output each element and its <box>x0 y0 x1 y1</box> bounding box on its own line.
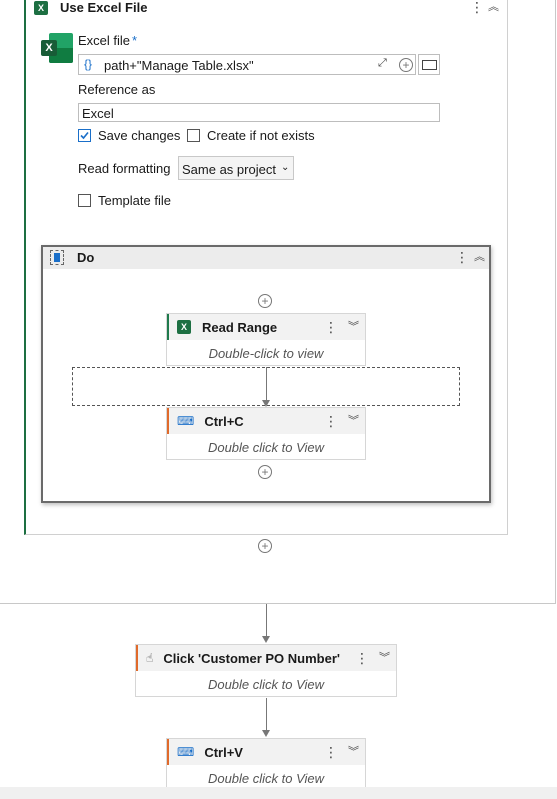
save-changes-label: Save changes <box>98 128 181 143</box>
ctrl-c-header: ⌨ Ctrl+C ⋮ ︾ <box>167 408 365 434</box>
read-range-header: X Read Range ⋮ ︾ <box>167 314 365 340</box>
create-if-not-exists-checkbox[interactable] <box>187 129 200 142</box>
do-collapse-icon[interactable]: ︽ <box>474 252 485 263</box>
read-formatting-value: Same as project <box>182 162 276 177</box>
reference-as-value: Excel <box>82 106 114 121</box>
connector-line <box>266 698 267 732</box>
ctrl-c-more-icon[interactable]: ⋮ <box>324 414 338 428</box>
click-activity-body: Double click to View <box>207 677 325 692</box>
do-more-options-icon[interactable]: ⋮ <box>455 250 469 264</box>
add-activity-icon[interactable]: + <box>258 539 272 553</box>
click-activity-header: ☝ Click 'Customer PO Number' ⋮ ︾ <box>136 645 396 671</box>
ctrl-v-activity[interactable]: ⌨ Ctrl+V ⋮ ︾ Double click to View <box>166 738 366 791</box>
read-formatting-label: Read formatting <box>78 161 171 176</box>
click-activity[interactable]: ☝ Click 'Customer PO Number' ⋮ ︾ Double … <box>135 644 397 697</box>
add-variable-icon[interactable]: + <box>399 58 413 72</box>
expand-down-icon[interactable]: ︾ <box>348 321 359 333</box>
excel-logo-icon: X <box>41 33 73 63</box>
do-sequence-header[interactable]: Do ⋮ ︽ <box>43 247 489 269</box>
expand-down-icon[interactable]: ︾ <box>379 652 390 664</box>
add-activity-icon[interactable]: + <box>258 294 272 308</box>
click-more-icon[interactable]: ⋮ <box>355 651 369 665</box>
excel-file-label: Excel file <box>78 33 131 48</box>
use-excel-header[interactable]: X Use Excel File ⋮ ︽ <box>26 0 507 18</box>
excel-icon: X <box>177 320 191 334</box>
ctrl-v-body: Double click to View <box>207 771 325 786</box>
sequence-icon <box>50 250 64 265</box>
use-excel-title: Use Excel File <box>60 0 148 15</box>
excel-file-value: path+"Manage Table.xlsx" <box>104 58 254 73</box>
ctrl-v-header: ⌨ Ctrl+V ⋮ ︾ <box>167 739 365 765</box>
click-activity-title: Click 'Customer PO Number' <box>163 650 340 666</box>
expression-icon: {} <box>84 57 93 71</box>
expand-down-icon[interactable]: ︾ <box>348 746 359 758</box>
read-range-activity[interactable]: X Read Range ⋮ ︾ Double-click to view <box>166 313 366 366</box>
keyboard-shortcut-icon: ⌨ <box>177 414 195 428</box>
reference-as-input[interactable]: Excel <box>78 103 440 122</box>
folder-icon <box>422 60 437 70</box>
excel-file-input[interactable]: {} path+"Manage Table.xlsx" ⤢ <box>78 54 416 75</box>
bottom-scroll-area[interactable] <box>0 787 557 799</box>
expand-icon[interactable]: ⤢ <box>378 57 387 70</box>
click-icon: ☝ <box>146 651 154 665</box>
reference-as-label: Reference as <box>78 82 156 97</box>
connector-line <box>266 367 267 403</box>
read-formatting-select[interactable]: Same as project ⌄ <box>178 156 294 180</box>
excel-icon: X <box>34 1 48 15</box>
template-file-checkbox[interactable] <box>78 194 91 207</box>
browse-folder-button[interactable] <box>418 54 440 75</box>
ctrl-c-body: Double click to View <box>207 440 325 455</box>
connector-arrow-icon <box>262 400 270 407</box>
connector-arrow-icon <box>262 636 270 643</box>
connector-line <box>266 604 267 638</box>
ctrl-c-title: Ctrl+C <box>204 413 244 429</box>
connector-arrow-icon <box>262 730 270 737</box>
keyboard-shortcut-icon: ⌨ <box>177 745 195 759</box>
read-range-title: Read Range <box>202 319 278 335</box>
ctrl-c-activity[interactable]: ⌨ Ctrl+C ⋮ ︾ Double click to View <box>166 407 366 460</box>
read-range-body: Double-click to view <box>208 346 324 361</box>
ctrl-v-title: Ctrl+V <box>204 744 243 760</box>
collapse-icon[interactable]: ︽ <box>488 2 499 13</box>
ctrl-v-more-icon[interactable]: ⋮ <box>324 745 338 759</box>
create-if-not-exists-label: Create if not exists <box>207 128 315 143</box>
do-title: Do <box>77 250 95 265</box>
save-changes-checkbox[interactable] <box>78 129 91 142</box>
add-activity-icon[interactable]: + <box>258 465 272 479</box>
expand-down-icon[interactable]: ︾ <box>348 415 359 427</box>
read-range-more-icon[interactable]: ⋮ <box>324 320 338 334</box>
template-file-label: Template file <box>98 193 171 208</box>
more-options-icon[interactable]: ⋮ <box>470 0 484 14</box>
required-mark: * <box>132 33 138 48</box>
chevron-down-icon: ⌄ <box>281 162 290 173</box>
